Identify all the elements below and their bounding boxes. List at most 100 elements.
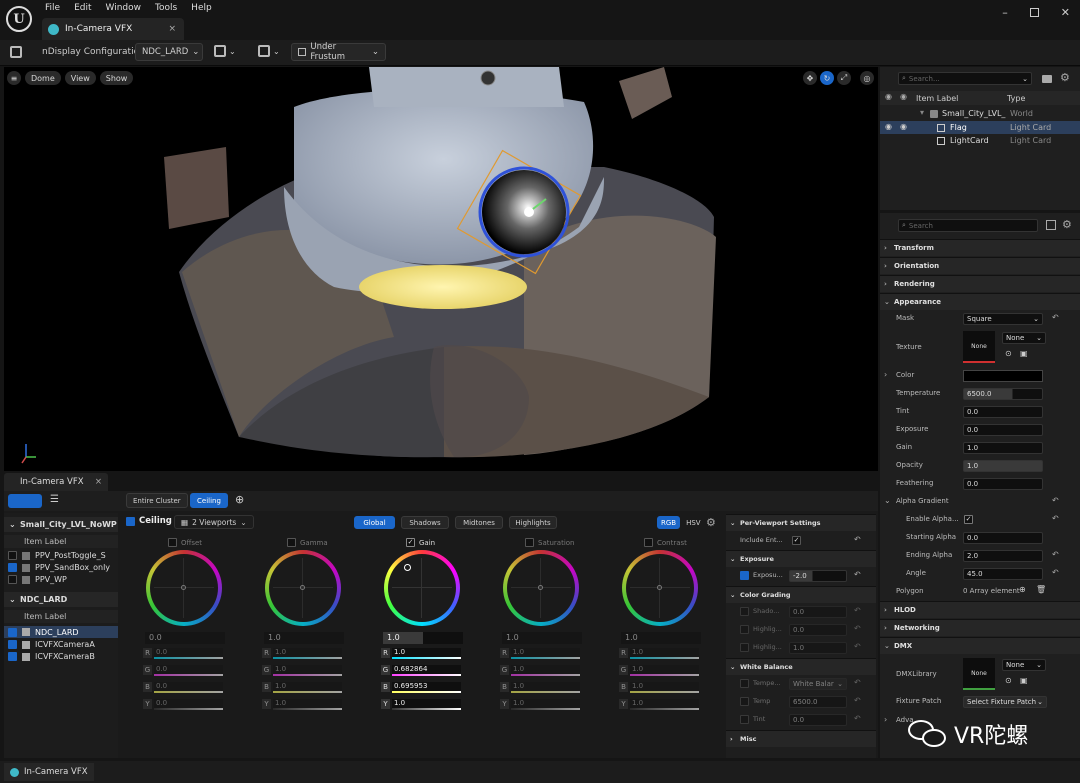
color-swatch[interactable] xyxy=(963,370,1043,382)
viewport[interactable]: ≡ Dome View Show ✥ ↻ ⤢ ◎ xyxy=(4,67,878,471)
section-misc[interactable]: › Misc xyxy=(726,730,876,747)
channel-row-g[interactable]: G 0.0 xyxy=(143,665,225,676)
eye-icon[interactable]: ◉ xyxy=(900,122,907,131)
reset-icon[interactable]: ↶ xyxy=(854,714,861,723)
wheel-enable-checkbox[interactable] xyxy=(644,538,653,547)
rotate-icon[interactable]: ↻ xyxy=(820,71,834,85)
mask-dropdown[interactable]: Square ⌄ xyxy=(963,313,1043,325)
eye-icon[interactable]: ◉ xyxy=(885,92,892,101)
row-checkbox[interactable] xyxy=(740,679,749,688)
folder-icon[interactable] xyxy=(1042,75,1052,83)
feathering-field[interactable]: 0.0 xyxy=(963,478,1043,490)
close-window-icon[interactable]: ✕ xyxy=(1061,6,1070,19)
outliner-search-input[interactable]: ⌕ Search... ⌄ xyxy=(898,72,1032,85)
use-selected-icon[interactable]: ⊙ xyxy=(1005,676,1012,685)
wheel-value-field[interactable]: 1.0 xyxy=(621,632,701,644)
channel-row-r[interactable]: R 1.0 xyxy=(262,648,344,659)
ceiling-button[interactable]: Ceiling xyxy=(190,493,228,508)
list-item[interactable]: PPV_SandBox_only xyxy=(8,563,110,572)
reset-icon[interactable]: ↶ xyxy=(854,624,861,633)
section-orientation[interactable]: › Orientation xyxy=(880,257,1080,274)
cg-field[interactable]: 0.0 xyxy=(789,624,847,636)
tint-field[interactable]: 0.0 xyxy=(963,406,1043,418)
section-per-viewport[interactable]: ⌄ Per-Viewport Settings xyxy=(726,514,876,531)
list-item-selected[interactable]: NDC_LARD xyxy=(4,626,118,638)
channel-row-y[interactable]: Y 1.0 xyxy=(500,699,582,710)
opacity-field[interactable]: 1.0 xyxy=(963,460,1043,472)
wheel-picker[interactable] xyxy=(538,585,543,590)
texture-dropdown[interactable]: None ⌄ xyxy=(1002,332,1046,344)
row-checkbox[interactable] xyxy=(740,607,749,616)
camera-icon[interactable]: ◎ xyxy=(860,71,874,85)
list-item[interactable]: PPV_WP xyxy=(8,575,67,584)
menu-file[interactable]: File xyxy=(44,3,67,13)
mode-hsv[interactable]: HSV xyxy=(683,516,704,529)
channel-row-g[interactable]: G 1.0 xyxy=(619,665,701,676)
exposure-checkbox[interactable] xyxy=(740,571,749,580)
col-item-label[interactable]: Item Label xyxy=(916,94,958,103)
details-search-input[interactable]: ⌕ Search xyxy=(898,219,1038,232)
row-checkbox[interactable] xyxy=(740,643,749,652)
gain-field[interactable]: 1.0 xyxy=(963,442,1043,454)
tab-highlights[interactable]: Highlights xyxy=(509,516,557,529)
dome-button[interactable]: Dome xyxy=(25,71,61,85)
row-checkbox[interactable] xyxy=(740,715,749,724)
channel-row-g[interactable]: G 0.682864 xyxy=(381,665,463,676)
show-button[interactable]: Show xyxy=(99,71,134,85)
channel-row-g[interactable]: G 1.0 xyxy=(262,665,344,676)
wheel-picker[interactable] xyxy=(657,585,662,590)
section-transform[interactable]: › Transform xyxy=(880,239,1080,256)
reset-icon[interactable]: ↶ xyxy=(1052,550,1059,559)
list-item[interactable]: ICVFXCameraB xyxy=(8,652,95,661)
browse-icon[interactable]: ▣ xyxy=(1020,349,1028,358)
wb-dropdown[interactable]: White Balar ⌄ xyxy=(789,678,847,690)
wheel-picker[interactable] xyxy=(300,585,305,590)
row-checkbox[interactable] xyxy=(740,697,749,706)
save-icon[interactable] xyxy=(10,46,22,58)
hue-ring[interactable] xyxy=(503,550,579,626)
channel-row-g[interactable]: G 1.0 xyxy=(500,665,582,676)
reset-icon[interactable]: ↶ xyxy=(1052,514,1059,523)
close-icon[interactable]: × xyxy=(168,24,176,34)
unreal-logo-icon[interactable]: U xyxy=(6,6,32,32)
mode-rgb[interactable]: RGB xyxy=(657,516,681,529)
reset-icon[interactable]: ↶ xyxy=(1052,313,1059,322)
channel-row-r[interactable]: R 1.0 xyxy=(381,648,463,659)
compile-button[interactable]: ⌄ xyxy=(258,45,280,57)
wb-field[interactable]: 0.0 xyxy=(789,714,847,726)
channel-row-y[interactable]: Y 1.0 xyxy=(381,699,463,710)
tab-shadows[interactable]: Shadows xyxy=(401,516,449,529)
wheel-picker[interactable] xyxy=(404,564,411,571)
trash-icon[interactable]: 🗑 xyxy=(1036,585,1046,594)
dmx-library-dropdown[interactable]: None ⌄ xyxy=(1002,659,1046,671)
outliner-row[interactable]: LightCard Light Card xyxy=(880,134,1080,147)
enable-alpha-checkbox[interactable]: ✓ xyxy=(964,515,973,524)
prop-alpha-gradient[interactable]: ⌄ Alpha Gradient ↶ xyxy=(880,494,1080,510)
menu-window[interactable]: Window xyxy=(99,3,149,13)
hue-ring[interactable] xyxy=(622,550,698,626)
include-checkbox[interactable]: ✓ xyxy=(792,536,801,545)
wheel-picker[interactable] xyxy=(181,585,186,590)
add-element-icon[interactable]: ⊕ xyxy=(1019,585,1026,594)
menu-edit[interactable]: Edit xyxy=(67,3,98,13)
angle-field[interactable]: 45.0 xyxy=(963,568,1043,580)
cg-field[interactable]: 0.0 xyxy=(789,606,847,618)
wb-field[interactable]: 6500.0 xyxy=(789,696,847,708)
hue-ring[interactable] xyxy=(146,550,222,626)
entire-cluster-button[interactable]: Entire Cluster xyxy=(126,493,188,508)
viewports-dropdown[interactable]: ▦ 2 Viewports ⌄ xyxy=(174,515,254,529)
menu-help[interactable]: Help xyxy=(184,3,219,13)
channel-row-b[interactable]: B 1.0 xyxy=(619,682,701,693)
list-item[interactable]: PPV_PostToggle_S xyxy=(8,551,106,560)
settings-sliders-icon[interactable]: ☰ xyxy=(50,494,64,508)
menu-tools[interactable]: Tools xyxy=(148,3,184,13)
gear-icon[interactable]: ⚙ xyxy=(1062,218,1072,231)
outliner-row-selected[interactable]: ◉ ◉ Flag Light Card xyxy=(880,121,1080,134)
dmx-library-thumbnail[interactable]: None xyxy=(963,658,995,690)
item-checkbox[interactable] xyxy=(8,627,17,637)
tab-midtones[interactable]: Midtones xyxy=(455,516,503,529)
view-button[interactable]: View xyxy=(64,71,96,85)
section-white-balance[interactable]: ⌄ White Balance xyxy=(726,658,876,675)
group-header[interactable]: ⌄ Small_City_LVL_NoWP xyxy=(4,517,118,532)
wheel-value-field[interactable]: 0.0 xyxy=(145,632,225,644)
